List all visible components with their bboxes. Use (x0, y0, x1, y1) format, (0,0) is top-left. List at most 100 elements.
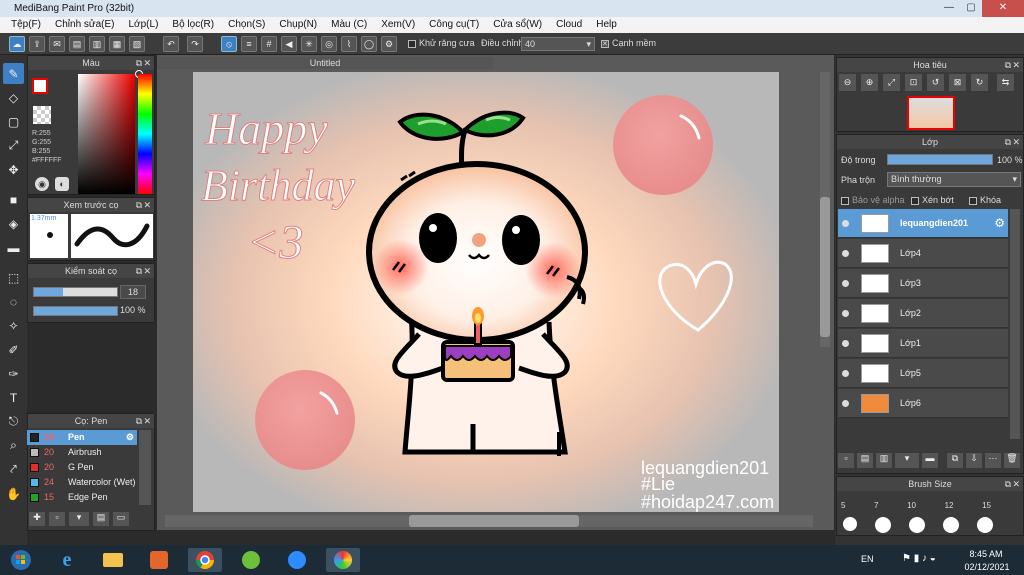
menu-window[interactable]: Cửa sổ(W) (486, 17, 549, 33)
redo-icon[interactable]: ↷ (187, 36, 203, 52)
brush-menu-icon[interactable]: ▾ (69, 512, 89, 526)
eye-icon[interactable] (842, 250, 849, 257)
brush-item-airbrush[interactable]: 20 Airbrush (27, 445, 137, 460)
size-dot[interactable] (843, 517, 857, 531)
perspective-snap-icon[interactable]: ◀ (281, 36, 297, 52)
merge-down-icon[interactable]: ⇩ (966, 452, 982, 468)
close-icon[interactable]: ✕ (143, 264, 151, 278)
antialias-checkbox[interactable]: Khử răng cưa (408, 38, 475, 48)
popout-icon[interactable]: ⧉ (136, 264, 142, 278)
new-layer-icon[interactable]: ▫ (838, 452, 854, 468)
fit-icon[interactable]: ⤢ (883, 74, 900, 91)
layer-row[interactable]: lequangdien201 ⚙ (838, 209, 1008, 238)
page-icon[interactable]: ▤ (69, 36, 85, 52)
curve-snap-icon[interactable]: ⌇ (341, 36, 357, 52)
folder-icon[interactable]: ▭ (113, 512, 129, 526)
menu-tools[interactable]: Công cụ(T) (422, 17, 486, 33)
move-tool-icon[interactable]: ✥ (3, 159, 24, 180)
menu-help[interactable]: Help (589, 17, 624, 33)
close-icon[interactable]: ✕ (1012, 135, 1020, 149)
delete-layer-icon[interactable]: 🗑 (1004, 452, 1020, 468)
dot-tool-icon[interactable]: ▢ (3, 111, 24, 132)
file-explorer-icon[interactable] (96, 548, 130, 572)
brush-item-pen[interactable]: 18 Pen ⚙ (27, 430, 137, 445)
duplicate-layer-icon[interactable]: ⧉ (947, 452, 963, 468)
tray-icons[interactable]: ⚑ ▮ ♪ ◒ (902, 553, 936, 564)
clock-time[interactable]: 8:45 AM (966, 549, 1006, 559)
add-brush-icon[interactable]: ✚ (29, 512, 45, 526)
menu-layer[interactable]: Lớp(L) (122, 17, 166, 33)
clock-date[interactable]: 02/12/2021 (962, 562, 1012, 572)
cloud-icon[interactable]: ☁ (9, 36, 25, 52)
divide-tool-icon[interactable]: ⎋ (3, 411, 24, 432)
eye-icon[interactable] (842, 310, 849, 317)
maximize-button[interactable]: ▢ (960, 0, 982, 17)
radial-snap-icon[interactable]: ✳ (301, 36, 317, 52)
size-dot[interactable] (943, 517, 959, 533)
blur-tool-icon[interactable]: ⤢ (3, 135, 24, 156)
brush-tool-icon[interactable]: ✎ (3, 63, 24, 84)
brush-size-value[interactable]: 18 (120, 285, 146, 299)
scroll-thumb[interactable] (820, 197, 830, 337)
menu-color[interactable]: Màu (C) (324, 17, 374, 33)
scroll-thumb[interactable] (409, 515, 579, 527)
layer-options-icon[interactable]: ⋯ (985, 452, 1001, 468)
popout-icon[interactable]: ⧉ (1005, 477, 1011, 491)
blend-select[interactable]: Bình thường ▾ (887, 172, 1021, 187)
undo-icon[interactable]: ↶ (163, 36, 179, 52)
protect-alpha-checkbox[interactable]: Bảo vệ alpha (841, 195, 905, 205)
select-pen-icon[interactable]: ✐ (3, 339, 24, 360)
brush-item-watercolor[interactable]: 24 Watercolor (Wet) (27, 475, 137, 490)
popout-icon[interactable]: ⧉ (136, 56, 142, 70)
layer-row[interactable]: Lớp1 (838, 329, 1008, 358)
share-icon[interactable]: ⇪ (29, 36, 45, 52)
clipping-checkbox[interactable]: Xén bớt (911, 195, 954, 205)
document-tab[interactable]: Untitled (157, 57, 493, 69)
popout-icon[interactable]: ⧉ (1005, 58, 1011, 72)
close-icon[interactable]: ✕ (143, 414, 151, 428)
horizontal-scrollbar[interactable] (165, 515, 813, 527)
hue-slider[interactable] (138, 74, 152, 194)
zoom-out-icon[interactable]: ⊖ (839, 74, 856, 91)
gear-icon[interactable]: ⚙ (126, 430, 134, 445)
text-tool-icon[interactable]: T (3, 387, 24, 408)
layer-row[interactable]: Lớp2 (838, 299, 1008, 328)
app-icon-green[interactable] (234, 548, 268, 572)
flip-icon[interactable]: ⇆ (997, 74, 1014, 91)
grid-icon[interactable]: ▦ (109, 36, 125, 52)
brush-item-edge-pen[interactable]: 15 Edge Pen (27, 490, 137, 505)
circle-snap-icon[interactable]: ◎ (321, 36, 337, 52)
rotate-right-icon[interactable]: ↻ (971, 74, 988, 91)
ellipse-snap-icon[interactable]: ◯ (361, 36, 377, 52)
menu-snap[interactable]: Chụp(N) (272, 17, 324, 33)
palette-icon[interactable]: ◉ (35, 177, 49, 191)
eye-icon[interactable] (842, 220, 849, 227)
color-picker-icon[interactable]: ⤤ (3, 459, 24, 480)
layer-folder-icon[interactable]: ▬ (922, 452, 938, 468)
lasso-tool-icon[interactable]: ◌ (3, 291, 24, 312)
menu-cloud[interactable]: Cloud (549, 17, 589, 33)
gear-icon[interactable]: ⚙ (994, 216, 1005, 230)
eye-icon[interactable] (842, 280, 849, 287)
grid-snap-icon[interactable]: # (261, 36, 277, 52)
size-dot[interactable] (909, 517, 925, 533)
add-layer-menu-icon[interactable]: ▾ (895, 452, 919, 468)
layer-row[interactable]: Lớp3 (838, 269, 1008, 298)
brush-item-g-pen[interactable]: 20 G Pen (27, 460, 137, 475)
adjust-select[interactable]: 40 ▾ (521, 37, 595, 51)
smooth-checkbox[interactable]: ✕ Cạnh mềm (601, 38, 656, 48)
close-icon[interactable]: ✕ (143, 56, 151, 70)
brush-opacity-slider[interactable] (33, 306, 118, 316)
layer-scrollbar[interactable] (1010, 209, 1020, 439)
hand-tool-icon[interactable]: ✋ (3, 483, 24, 504)
eraser-tool-icon[interactable]: ◇ (3, 87, 24, 108)
bucket-tool-icon[interactable]: ◈ (3, 213, 24, 234)
layer-row[interactable]: Lớp6 (838, 389, 1008, 418)
zoom-in-icon[interactable]: ⊕ (861, 74, 878, 91)
transparent-swatch[interactable] (33, 106, 51, 124)
brush-size-slider[interactable] (33, 287, 118, 297)
language-indicator[interactable]: EN (861, 554, 874, 564)
layer-row[interactable]: Lớp5 (838, 359, 1008, 388)
new-halftone-layer-icon[interactable]: ▤ (857, 452, 873, 468)
fill-rect-tool-icon[interactable]: ■ (3, 189, 24, 210)
